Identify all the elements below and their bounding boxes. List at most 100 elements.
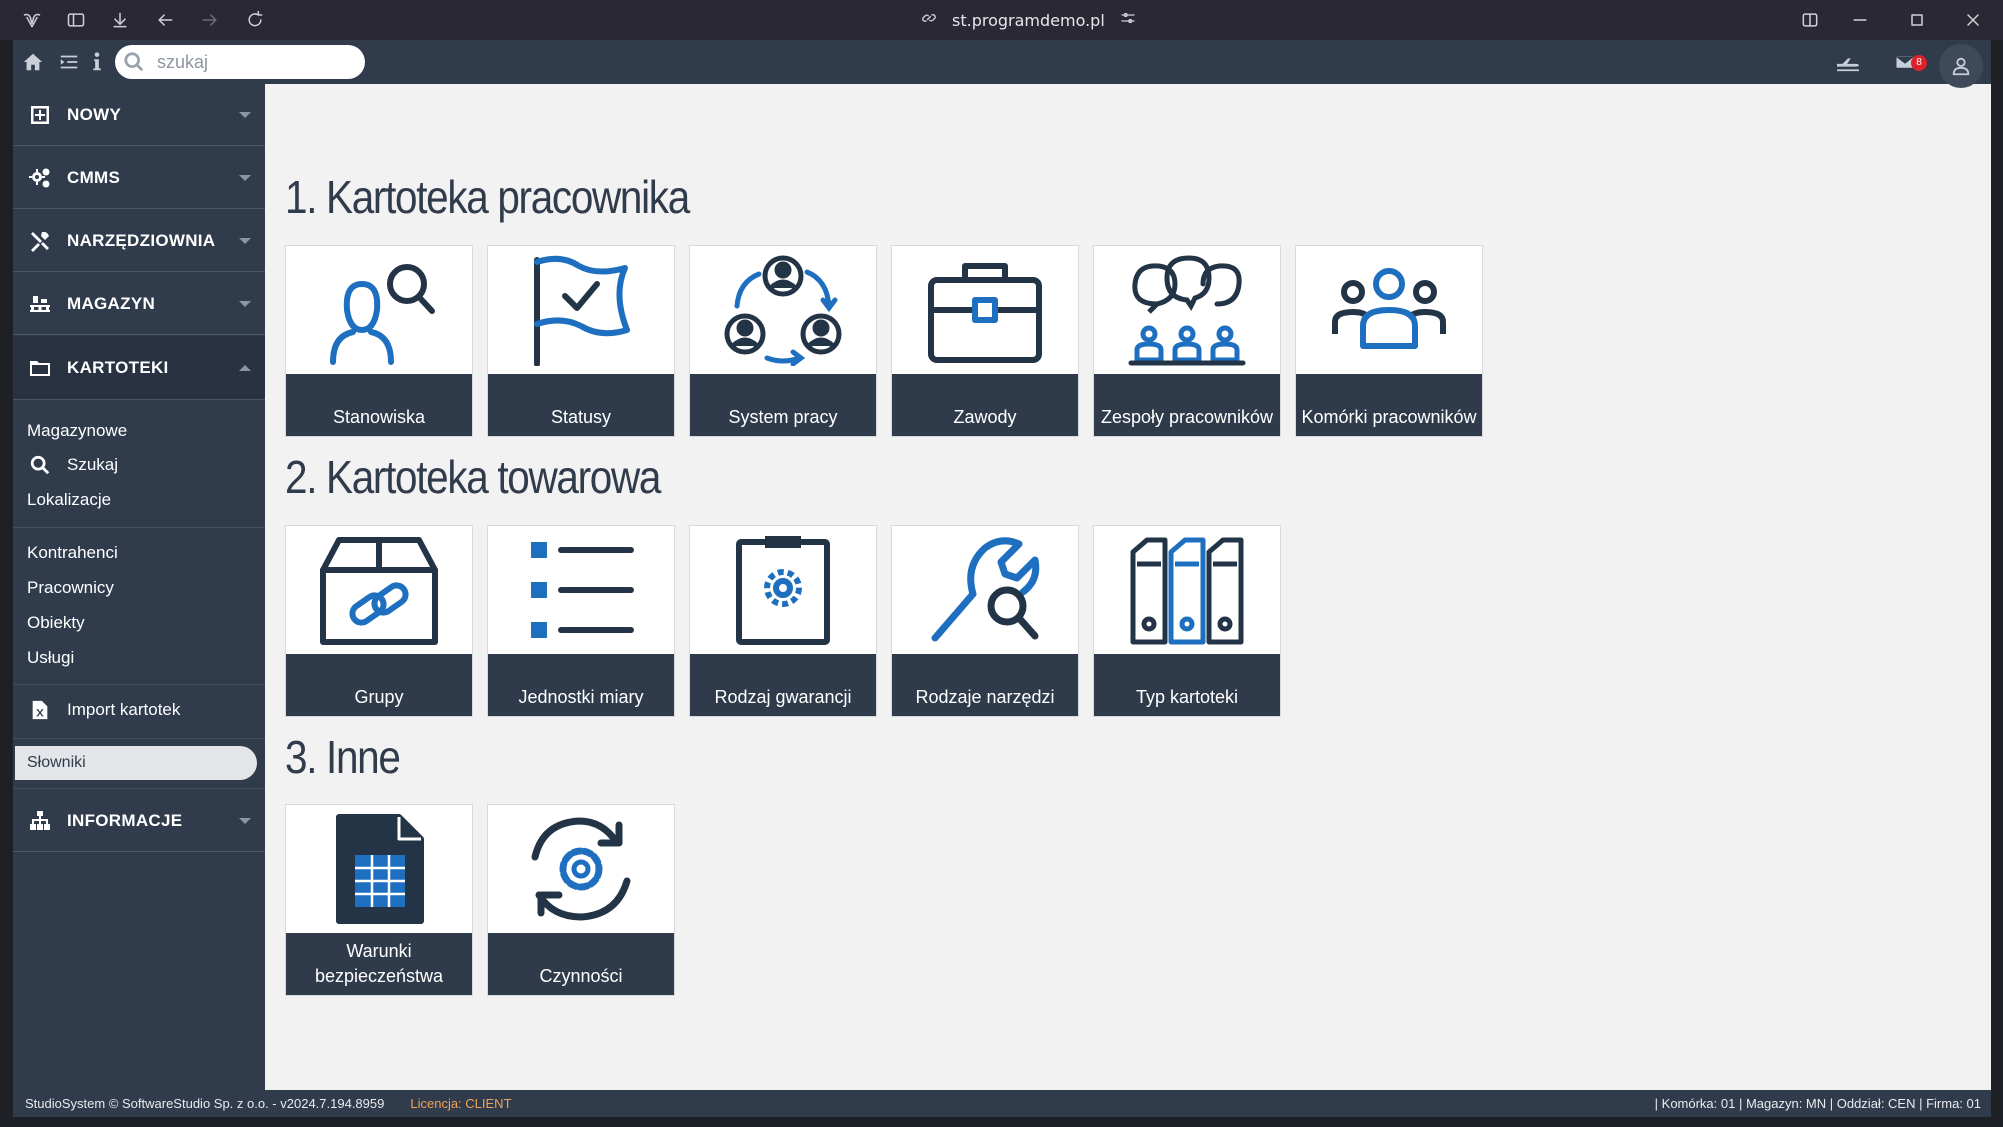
sidebar-divider — [13, 684, 265, 685]
tile-label: Stanowiska — [286, 374, 472, 436]
browser-logo-icon[interactable] — [18, 6, 46, 34]
search-input[interactable] — [157, 51, 347, 73]
sidebar-item-uslugi[interactable]: Usługi — [27, 643, 74, 673]
sidebar-item-szukaj[interactable]: Szukaj — [29, 450, 118, 480]
split-view-icon[interactable] — [1796, 6, 1824, 34]
folder-icon — [26, 354, 54, 382]
team-chat-icon — [1128, 255, 1246, 366]
flag-check-icon — [534, 255, 630, 366]
sidebar-item-label: Szukaj — [67, 455, 119, 474]
home-icon[interactable] — [21, 50, 45, 74]
tile-jednostki-miary[interactable]: Jednostki miary — [487, 525, 675, 717]
license-text: Licencja: CLIENT — [410, 1096, 512, 1111]
tile-label: Jednostki miary — [488, 654, 674, 716]
tile-typ-kartoteki[interactable]: Typ kartoteki — [1093, 525, 1281, 717]
sidebar-section-informacje[interactable]: INFORMACJE — [13, 790, 265, 852]
tile-label: System pracy — [690, 374, 876, 436]
main-content: 1. Kartoteka pracownika Stanowiska Statu… — [265, 84, 1991, 1090]
list-icon — [531, 542, 634, 638]
briefcase-icon — [928, 263, 1042, 363]
clipboard-gear-icon — [736, 536, 830, 645]
download-icon[interactable] — [106, 6, 134, 34]
sidebar-item-pracownicy[interactable]: Pracownicy — [27, 573, 114, 603]
chevron-down-icon[interactable] — [225, 273, 265, 335]
pallet-icon — [26, 290, 54, 318]
tile-label: Grupy — [286, 654, 472, 716]
sidebar-divider — [13, 527, 265, 528]
search-box[interactable] — [115, 45, 365, 79]
address-bar[interactable]: st.programdemo.pl — [920, 8, 1137, 32]
tile-label: Czynności — [488, 933, 674, 995]
tile-system-pracy[interactable]: System pracy — [689, 245, 877, 437]
copyright-text: StudioSystem © SoftwareStudio Sp. z o.o.… — [25, 1096, 385, 1111]
chevron-up-icon[interactable] — [225, 337, 265, 399]
sidebar-section-cmms[interactable]: CMMS — [13, 147, 265, 209]
tile-statusy[interactable]: Statusy — [487, 245, 675, 437]
tile-label: Zawody — [892, 374, 1078, 436]
search-icon — [30, 455, 50, 475]
tile-czynnosci[interactable]: Czynności — [487, 804, 675, 996]
sidebar-toggle-icon[interactable] — [62, 6, 90, 34]
sidebar-section-label: KARTOTEKI — [67, 357, 169, 377]
tile-label: Komórki pracowników — [1296, 374, 1482, 436]
info-icon[interactable] — [85, 50, 109, 74]
tile-komorki-pracownikow[interactable]: Komórki pracowników — [1295, 245, 1483, 437]
menu-collapse-icon[interactable] — [57, 50, 81, 74]
group-title: 2. Kartoteka towarowa — [285, 451, 661, 503]
sitemap-icon — [26, 807, 54, 835]
chevron-down-icon[interactable] — [225, 210, 265, 272]
tile-label: Statusy — [488, 374, 674, 436]
minimize-icon[interactable] — [1846, 6, 1874, 34]
sidebar-section-magazyn[interactable]: MAGAZYN — [13, 273, 265, 335]
chevron-down-icon[interactable] — [225, 84, 265, 146]
forward-icon[interactable] — [196, 6, 224, 34]
tile-rodzaj-gwarancji[interactable]: Rodzaj gwarancji — [689, 525, 877, 717]
maximize-icon[interactable] — [1903, 6, 1931, 34]
tile-rodzaje-narzedzi[interactable]: Rodzaje narzędzi — [891, 525, 1079, 717]
gear-cycle-icon — [531, 817, 631, 921]
plane-icon[interactable] — [1833, 50, 1863, 74]
user-avatar[interactable] — [1939, 44, 1983, 88]
chevron-down-icon[interactable] — [225, 147, 265, 209]
close-icon[interactable] — [1959, 6, 1987, 34]
sidebar-item-obiekty[interactable]: Obiekty — [27, 608, 85, 638]
group-title: 1. Kartoteka pracownika — [285, 171, 690, 223]
mail-count-badge: 8 — [1911, 55, 1927, 71]
sidebar-item-lokalizacje[interactable]: Lokalizacje — [27, 485, 111, 515]
user-icon — [1952, 57, 1970, 76]
search-icon — [124, 52, 144, 72]
sidebar-section-label: MAGAZYN — [67, 293, 156, 313]
users-group-icon — [1332, 268, 1446, 349]
sidebar-section-label: NOWY — [67, 104, 122, 124]
sidebar-section-label: NARZĘDZIOWNIA — [67, 230, 216, 250]
tile-warunki-bezpieczenstwa[interactable]: Warunki bezpieczeństwa — [285, 804, 473, 996]
link-icon — [920, 9, 938, 31]
chevron-down-icon[interactable] — [225, 790, 265, 852]
sidebar-section-nowy[interactable]: NOWY — [13, 84, 265, 146]
sidebar-item-kontrahenci[interactable]: Kontrahenci — [27, 538, 118, 568]
tile-label: Typ kartoteki — [1094, 654, 1280, 716]
sidebar-item-magazynowe[interactable]: Magazynowe — [27, 416, 127, 446]
tile-zespoly-pracownikow[interactable]: Zespoły pracowników — [1093, 245, 1281, 437]
reload-icon[interactable] — [241, 6, 269, 34]
context-info: | Komórka: 01 | Magazyn: MN | Oddział: C… — [1654, 1096, 1981, 1111]
sidebar-item-import[interactable]: Import kartotek — [29, 695, 180, 725]
sidebar: NOWY CMMS NARZĘDZIOWNIA MAGAZYN KARTOTEK… — [13, 84, 265, 1090]
tile-stanowiska[interactable]: Stanowiska — [285, 245, 473, 437]
sidebar-section-narzedziownia[interactable]: NARZĘDZIOWNIA — [13, 210, 265, 272]
tile-grupy[interactable]: Grupy — [285, 525, 473, 717]
sidebar-section-kartoteki[interactable]: KARTOTEKI — [13, 336, 265, 400]
gears-icon — [26, 164, 54, 192]
excel-file-icon — [32, 700, 48, 720]
back-icon[interactable] — [151, 6, 179, 34]
top-bar: 8 — [13, 40, 1991, 88]
sidebar-section-label: INFORMACJE — [67, 810, 183, 830]
plus-square-icon — [26, 101, 54, 129]
tile-zawody[interactable]: Zawody — [891, 245, 1079, 437]
site-settings-icon[interactable] — [1119, 9, 1137, 31]
group-title: 3. Inne — [285, 731, 401, 783]
sidebar-item-slowniki[interactable]: Słowniki — [15, 746, 257, 780]
binders-icon — [1130, 537, 1244, 645]
sidebar-section-label: CMMS — [67, 167, 121, 187]
tile-label: Rodzaje narzędzi — [892, 654, 1078, 716]
